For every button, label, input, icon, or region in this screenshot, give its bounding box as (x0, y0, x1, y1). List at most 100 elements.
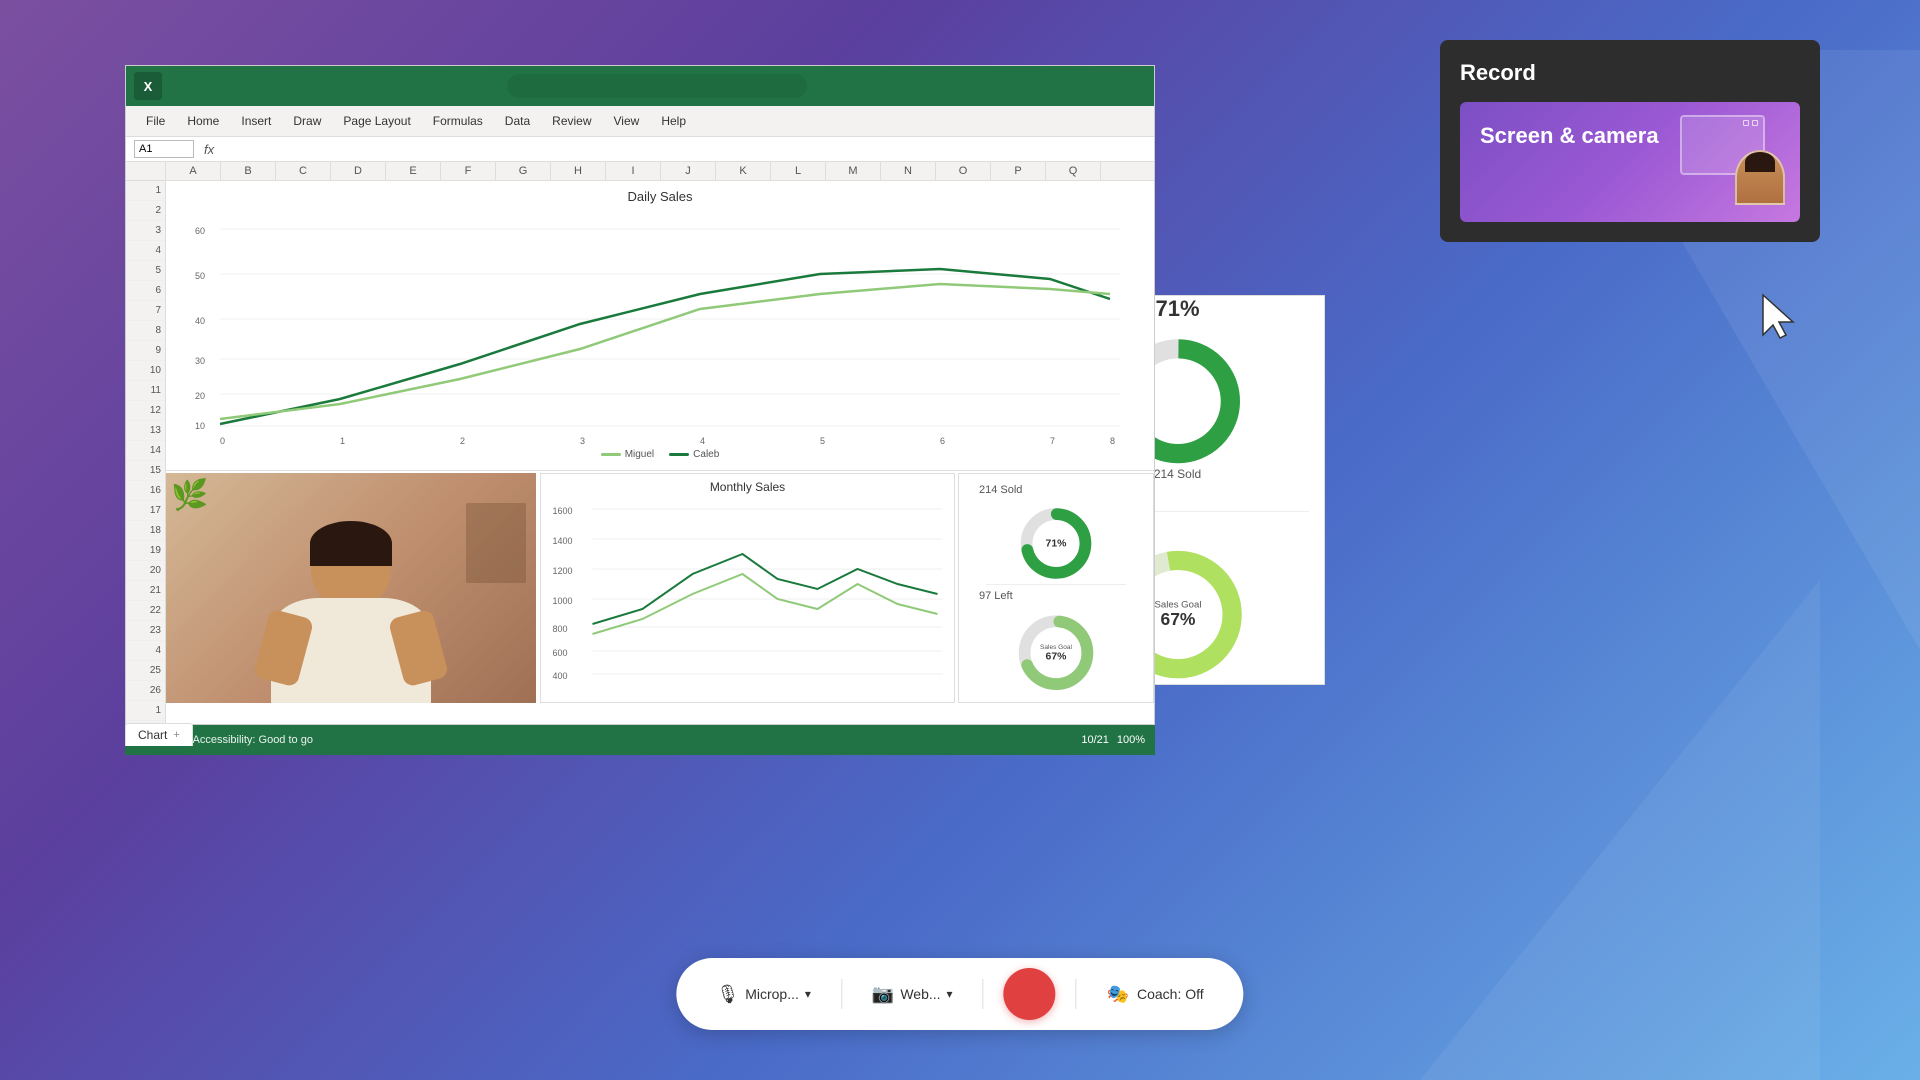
svg-text:4: 4 (700, 436, 705, 446)
col-l[interactable]: L (771, 162, 826, 180)
excel-sheet-tabs: Chart + (125, 723, 193, 746)
col-d[interactable]: D (331, 162, 386, 180)
excel-namebox[interactable] (134, 140, 194, 158)
excel-fx-icon: fx (200, 142, 218, 157)
col-a[interactable]: A (166, 162, 221, 180)
col-k[interactable]: K (716, 162, 771, 180)
col-g[interactable]: G (496, 162, 551, 180)
left-label: 97 Left (979, 590, 1013, 602)
coach-icon: 🎭 (1107, 984, 1129, 1005)
col-p[interactable]: P (991, 162, 1046, 180)
svg-text:10: 10 (195, 421, 205, 431)
row-3: 3 (126, 221, 165, 241)
svg-text:400: 400 (553, 671, 568, 681)
screen-camera-option[interactable]: Screen & camera (1460, 102, 1800, 222)
svg-text:600: 600 (553, 648, 568, 658)
sold-label: 214 Sold (979, 484, 1022, 496)
excel-corner (126, 162, 166, 180)
daily-sales-title: Daily Sales (166, 181, 1154, 204)
bg-triangle-bottom (1420, 580, 1820, 1080)
excel-statusbar: Ready ♿ Accessibility: Good to go 10/21 … (125, 725, 1155, 755)
toolbar-divider-2 (983, 979, 984, 1009)
coach-label: Coach: Off (1137, 986, 1204, 1002)
svg-text:40: 40 (195, 316, 205, 326)
svg-text:67%: 67% (1160, 609, 1195, 629)
col-n[interactable]: N (881, 162, 936, 180)
menu-home[interactable]: Home (177, 110, 229, 132)
webcam-button[interactable]: 📷 Web... ▾ (862, 978, 963, 1011)
row-19: 19 (126, 541, 165, 561)
webcam-label: Web... (900, 986, 940, 1002)
record-btn-inner (1019, 983, 1041, 1005)
excel-search[interactable] (507, 74, 807, 98)
screen-camera-card[interactable]: Screen & camera (1460, 102, 1800, 222)
svg-text:1200: 1200 (553, 566, 573, 576)
col-q[interactable]: Q (1046, 162, 1101, 180)
excel-logo: X (134, 72, 162, 100)
daily-sales-svg: 60 50 40 30 20 10 0 1 2 3 4 5 6 (166, 204, 1154, 454)
excel-menu: File Home Insert Draw Page Layout Formul… (136, 106, 1144, 136)
col-b[interactable]: B (221, 162, 276, 180)
menu-page-layout[interactable]: Page Layout (333, 110, 420, 132)
col-c[interactable]: C (276, 162, 331, 180)
menu-insert[interactable]: Insert (231, 110, 281, 132)
monthly-sales-title: Monthly Sales (541, 474, 954, 494)
row-13: 13 (126, 421, 165, 441)
menu-data[interactable]: Data (495, 110, 540, 132)
microphone-button[interactable]: 🎙 Microp... ▾ (706, 978, 821, 1011)
col-o[interactable]: O (936, 162, 991, 180)
menu-formulas[interactable]: Formulas (423, 110, 493, 132)
legend-miguel: Miguel (601, 449, 654, 460)
coach-button[interactable]: 🎭 Coach: Off (1097, 978, 1214, 1011)
svg-text:0: 0 (220, 436, 225, 446)
excel-grid: 1 2 3 4 5 6 7 8 9 10 11 12 13 14 15 16 1… (126, 181, 1154, 724)
svg-text:1000: 1000 (553, 596, 573, 606)
row-26: 26 (126, 681, 165, 701)
menu-view[interactable]: View (604, 110, 650, 132)
svg-text:60: 60 (195, 226, 205, 236)
col-h[interactable]: H (551, 162, 606, 180)
row-1: 1 (126, 181, 165, 201)
svg-text:1600: 1600 (553, 506, 573, 516)
row-14: 14 (126, 441, 165, 461)
svg-text:1: 1 (340, 436, 345, 446)
row-8: 8 (126, 321, 165, 341)
col-m[interactable]: M (826, 162, 881, 180)
menu-help[interactable]: Help (651, 110, 696, 132)
menu-file[interactable]: File (136, 110, 175, 132)
svg-text:67%: 67% (1046, 651, 1067, 662)
row-16: 16 (126, 481, 165, 501)
svg-text:5: 5 (820, 436, 825, 446)
menu-review[interactable]: Review (542, 110, 601, 132)
daily-sales-chart: Daily Sales 60 50 40 30 20 10 0 1 2 (166, 181, 1154, 471)
row-4: 4 (126, 241, 165, 261)
chart-tab[interactable]: Chart + (125, 723, 193, 746)
row-9: 9 (126, 341, 165, 361)
svg-text:71%: 71% (1046, 539, 1067, 550)
row-23: 23 (126, 621, 165, 641)
row-10: 10 (126, 361, 165, 381)
svg-text:50: 50 (195, 271, 205, 281)
menu-draw[interactable]: Draw (283, 110, 331, 132)
col-e[interactable]: E (386, 162, 441, 180)
row-21: 21 (126, 581, 165, 601)
row-20: 20 (126, 561, 165, 581)
excel-formula-input[interactable] (224, 142, 1146, 156)
row-25: 25 (126, 661, 165, 681)
row-12: 12 (126, 401, 165, 421)
col-f[interactable]: F (441, 162, 496, 180)
record-title: Record (1460, 60, 1800, 86)
col-j[interactable]: J (661, 162, 716, 180)
svg-text:Sales Goal: Sales Goal (1040, 644, 1072, 651)
microphone-chevron-icon[interactable]: ▾ (805, 987, 811, 1001)
add-sheet-icon[interactable]: + (173, 729, 179, 741)
col-i[interactable]: I (606, 162, 661, 180)
webcam-feed: 🌿 (166, 473, 536, 703)
row-15: 15 (126, 461, 165, 481)
row-22: 22 (126, 601, 165, 621)
record-button[interactable] (1004, 968, 1056, 1020)
svg-text:1400: 1400 (553, 536, 573, 546)
webcam-chevron-icon[interactable]: ▾ (947, 987, 953, 1001)
right-donut-sold: 214 Sold (1154, 467, 1201, 481)
svg-text:6: 6 (940, 436, 945, 446)
